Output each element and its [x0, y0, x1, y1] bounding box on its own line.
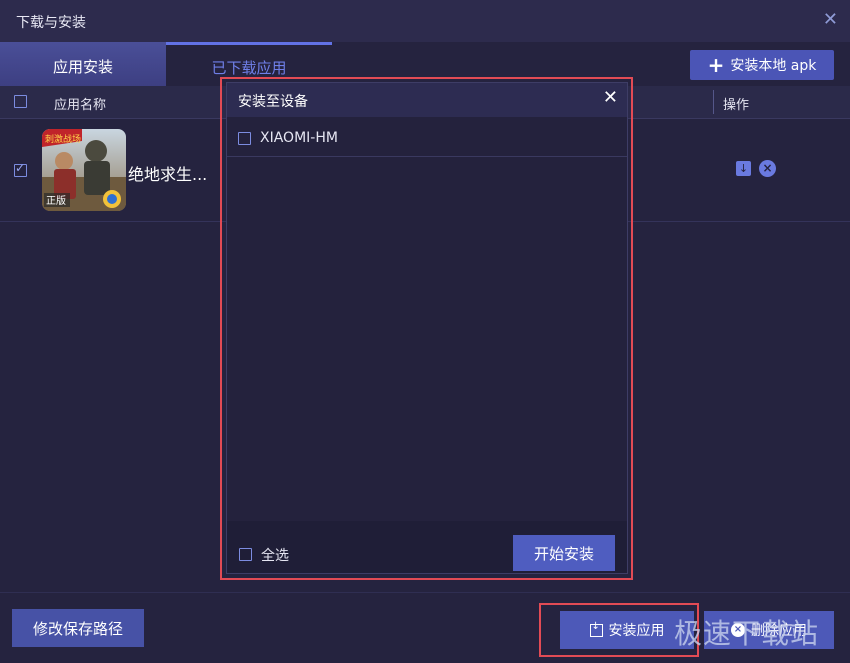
footer-divider: [0, 592, 850, 593]
install-local-apk-button[interactable]: + 安装本地 apk: [690, 50, 834, 80]
dialog-title: 安装至设备: [238, 94, 308, 110]
select-all-apps-checkbox[interactable]: [14, 95, 27, 108]
install-to-device-dialog: 安装至设备 ✕ XIAOMI-HM 全选 开始安装: [226, 82, 628, 574]
install-local-apk-label: 安装本地 apk: [730, 58, 817, 74]
app-name: 绝地求生...: [128, 165, 208, 184]
tab-bar: 应用安装 已下载应用 + 安装本地 apk: [0, 42, 850, 86]
dialog-close-icon[interactable]: ✕: [603, 87, 618, 108]
close-icon[interactable]: ✕: [823, 9, 838, 30]
select-all-devices-checkbox[interactable]: [239, 548, 252, 561]
app-icon-badge: 正版: [46, 194, 66, 207]
title-bar: 下载与安装 ✕: [0, 0, 850, 42]
device-name: XIAOMI-HM: [260, 130, 338, 146]
plus-icon: +: [707, 53, 725, 77]
tab-downloaded-apps[interactable]: 已下载应用: [166, 42, 332, 86]
dialog-footer: 全选 开始安装: [227, 521, 627, 573]
modify-save-path-button[interactable]: 修改保存路径: [12, 609, 144, 647]
watermark: 极速下载站: [674, 617, 820, 650]
select-all-label: 全选: [261, 548, 289, 564]
row-checkbox[interactable]: [14, 161, 27, 177]
tab-app-install[interactable]: 应用安装: [0, 42, 166, 86]
app-icon-title: 刺激战场: [45, 133, 81, 145]
start-install-button[interactable]: 开始安装: [513, 535, 615, 571]
device-checkbox[interactable]: [238, 132, 251, 145]
column-operation: 操作: [723, 98, 750, 113]
column-divider: [713, 90, 714, 114]
delete-icon[interactable]: ×: [759, 160, 776, 177]
install-app-label: 安装应用: [608, 623, 665, 639]
dialog-header: 安装至设备 ✕: [227, 83, 627, 117]
download-icon[interactable]: ↓: [736, 161, 751, 176]
column-app-name: 应用名称: [54, 98, 107, 113]
device-list-item[interactable]: XIAOMI-HM: [227, 119, 627, 157]
app-icon: 刺激战场 正版: [42, 129, 126, 211]
install-icon: [589, 621, 603, 637]
window-title: 下载与安装: [16, 15, 86, 31]
